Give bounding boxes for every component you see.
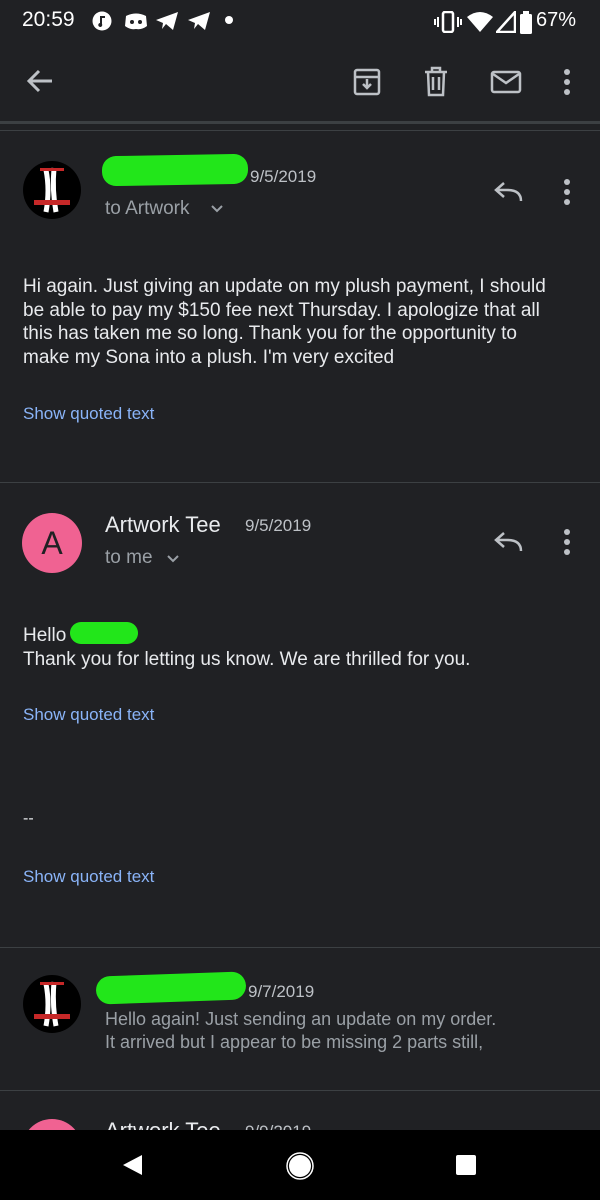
message-more-options-icon[interactable] bbox=[562, 178, 572, 206]
delete-icon[interactable] bbox=[423, 66, 449, 98]
greeting-text: Hello bbox=[23, 625, 67, 646]
body-line: make my Sona into a plush. I'm very exci… bbox=[23, 346, 395, 368]
message-body: Hi again. Just giving an update on my pl… bbox=[23, 275, 593, 369]
body-line: be able to pay my $150 fee next Thursday… bbox=[23, 299, 540, 321]
message-3-collapsed[interactable]: 9/7/2019 Hello again! Just sending an up… bbox=[0, 948, 600, 1089]
sender-avatar-logo bbox=[23, 975, 81, 1033]
music-note-icon bbox=[92, 11, 112, 31]
message-snippet: Hello again! Just sending an update on m… bbox=[105, 1008, 496, 1054]
vibrate-icon bbox=[434, 11, 462, 33]
sender-name: Artwork Tee bbox=[105, 512, 221, 537]
discord-icon bbox=[125, 13, 147, 30]
redacted-sender-name bbox=[95, 971, 247, 1005]
reply-icon[interactable] bbox=[493, 531, 523, 553]
more-notifications-dot-icon bbox=[225, 16, 233, 24]
status-bar: 20:59 67% bbox=[0, 0, 600, 44]
reply-icon[interactable] bbox=[493, 181, 523, 203]
system-nav-bar bbox=[0, 1130, 600, 1200]
back-arrow-icon[interactable] bbox=[26, 67, 54, 95]
battery-icon bbox=[520, 11, 532, 34]
signal-icon bbox=[496, 11, 516, 33]
body-line: Thank you for letting us know. We are th… bbox=[23, 649, 471, 670]
recipient-label[interactable]: to Artwork bbox=[105, 198, 189, 220]
chevron-down-icon[interactable] bbox=[166, 554, 180, 564]
telegram-icon bbox=[156, 12, 178, 30]
status-time: 20:59 bbox=[22, 8, 75, 31]
chevron-down-icon[interactable] bbox=[210, 204, 224, 214]
message-1[interactable]: 9/5/2019 to Artwork Hi again. Just givin… bbox=[0, 131, 600, 481]
message-more-options-icon[interactable] bbox=[562, 528, 572, 556]
avatar bbox=[22, 1119, 82, 1130]
nav-back-icon[interactable] bbox=[120, 1153, 144, 1177]
app-bar bbox=[0, 44, 600, 120]
telegram-icon-2 bbox=[188, 12, 210, 30]
signature-separator: -- bbox=[23, 810, 34, 827]
redacted-sender-name bbox=[101, 153, 249, 187]
message-date: 9/7/2019 bbox=[248, 982, 315, 1001]
archive-icon[interactable] bbox=[353, 67, 381, 97]
avatar: A bbox=[22, 513, 82, 573]
body-line: this has taken me so long. Thank you for… bbox=[23, 323, 517, 344]
snippet-line: It arrived but I appear to be missing 2 … bbox=[105, 1032, 484, 1052]
nav-recents-icon[interactable] bbox=[455, 1154, 477, 1176]
nav-home-icon[interactable] bbox=[286, 1152, 314, 1180]
show-quoted-text-link[interactable]: Show quoted text bbox=[23, 705, 154, 725]
recipient-label[interactable]: to me bbox=[105, 547, 153, 569]
more-options-icon[interactable] bbox=[562, 68, 572, 98]
message-date: 9/9/2019 bbox=[245, 1122, 311, 1130]
message-2[interactable]: A Artwork Tee 9/5/2019 to me Hello Thank… bbox=[0, 483, 600, 946]
battery-percent: 67% bbox=[536, 9, 577, 31]
snippet-line: Hello again! Just sending an update on m… bbox=[105, 1009, 497, 1029]
body-line: Hi again. Just giving an update on my pl… bbox=[23, 276, 546, 297]
message-date: 9/5/2019 bbox=[245, 516, 312, 535]
mark-unread-mail-icon[interactable] bbox=[490, 70, 522, 94]
redacted-recipient-name bbox=[70, 622, 138, 644]
sender-name: Artwork Tee bbox=[105, 1118, 221, 1130]
wifi-icon bbox=[467, 12, 493, 32]
message-4-collapsed[interactable]: Artwork Tee 9/9/2019 bbox=[0, 1091, 600, 1130]
message-date: 9/5/2019 bbox=[250, 167, 317, 186]
show-quoted-text-link[interactable]: Show quoted text bbox=[23, 404, 154, 424]
show-quoted-text-link-2[interactable]: Show quoted text bbox=[23, 867, 154, 887]
sender-avatar-logo bbox=[23, 161, 81, 219]
header-shadow-divider bbox=[0, 121, 600, 124]
